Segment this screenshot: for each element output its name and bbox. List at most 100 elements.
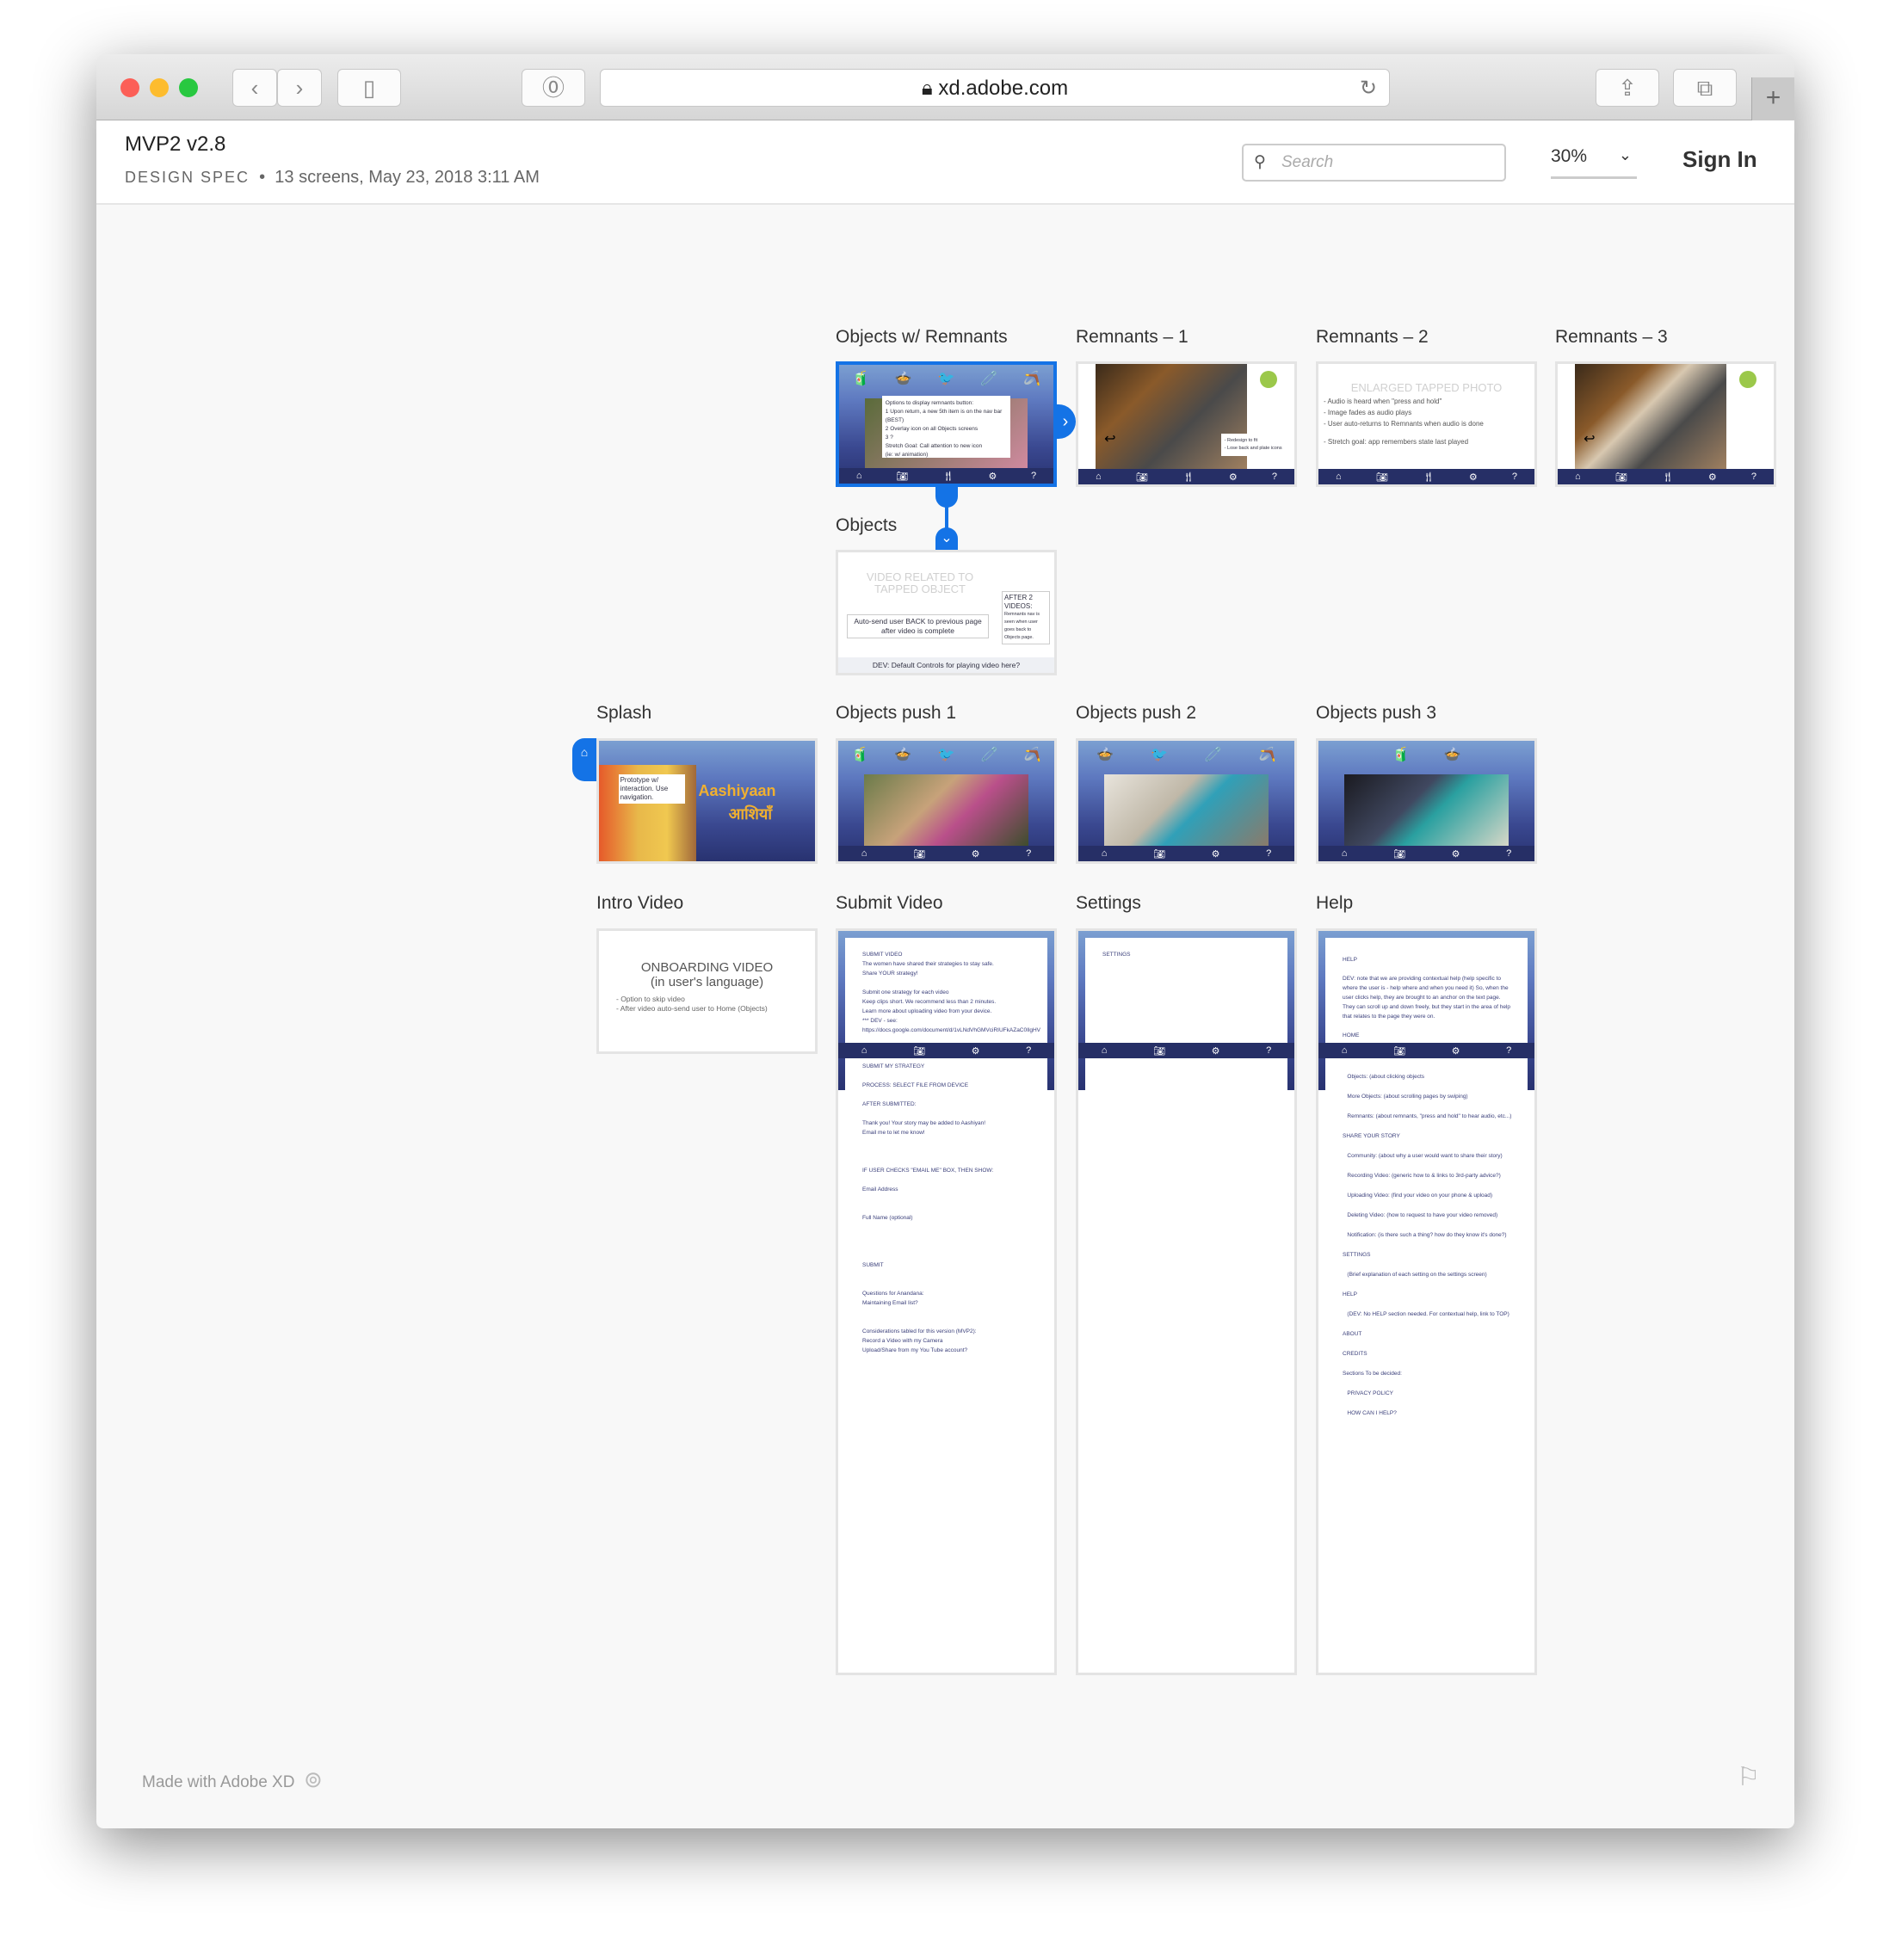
text-line: https://docs.google.com/document/d/1vLNd… bbox=[862, 1027, 1041, 1033]
text-line: Thank you! Your story may be added to Aa… bbox=[862, 1120, 986, 1126]
reload-icon[interactable]: ↻ bbox=[1360, 70, 1377, 108]
text-line bbox=[862, 1232, 1030, 1242]
screen-objects-push-1[interactable]: 🧃 🍲 🐦 🧷 🪃 ⌂ 📷︎ ⚙? bbox=[836, 738, 1057, 864]
text-line bbox=[862, 1090, 1030, 1100]
text-line: SUBMIT VIDEO bbox=[862, 952, 903, 958]
app-navbar: ⌂ 📷︎ ⚙? bbox=[838, 1043, 1054, 1058]
made-with-xd[interactable]: Made with Adobe XD ⊚ bbox=[142, 1766, 323, 1793]
text-line: HOW CAN I HELP? bbox=[1343, 1410, 1397, 1416]
text-line: Objects: (about clicking objects bbox=[1343, 1074, 1425, 1080]
spec-notes: - Option to skip video - After video auto… bbox=[616, 995, 768, 1013]
zoom-select[interactable]: 30% ⌄ bbox=[1551, 146, 1637, 179]
screen-remnants-1[interactable]: ↩ - Redesign to fit - Lose back and plate… bbox=[1076, 361, 1297, 487]
address-bar[interactable]: 🔒︎ xd.adobe.com ↻ bbox=[600, 69, 1390, 107]
screen-settings[interactable]: SETTINGS ⌂ 📷︎ ⚙? bbox=[1076, 928, 1297, 1675]
home-screen-icon[interactable]: ⌂ bbox=[572, 738, 596, 781]
text-line bbox=[1343, 1021, 1510, 1031]
screen-label: Splash bbox=[596, 703, 652, 723]
screen-label: Objects w/ Remnants bbox=[836, 327, 1008, 347]
help-intro-text: HELP DEV: note that we are providing cont… bbox=[1325, 938, 1528, 1045]
browser-titlebar: ‹ › ▯ ⓪ 🔒︎ xd.adobe.com ↻ ⇪ ⧉ + bbox=[96, 54, 1794, 120]
screen-submit-video[interactable]: SUBMIT VIDEO The women have shared their … bbox=[836, 928, 1057, 1675]
text-line bbox=[862, 1137, 1030, 1147]
app-logo: Aashiyaan bbox=[698, 781, 776, 799]
text-line: SUBMIT MY STRATEGY bbox=[862, 1063, 925, 1069]
video-controls-note: DEV: Default Controls for playing video … bbox=[838, 657, 1054, 673]
sign-in-button[interactable]: Sign In bbox=[1682, 146, 1757, 173]
annotation-note: Options to display remnants button: 1 Upo… bbox=[881, 395, 1011, 458]
screen-label: Submit Video bbox=[836, 893, 943, 913]
text-line: PROCESS: SELECT FILE FROM DEVICE bbox=[862, 1082, 969, 1088]
text-line: SETTINGS bbox=[1343, 1252, 1371, 1258]
password-icon[interactable]: ⓪ bbox=[522, 69, 585, 107]
text-line: HOME bbox=[1343, 1032, 1360, 1039]
close-window-button[interactable] bbox=[120, 78, 139, 97]
maximize-window-button[interactable] bbox=[179, 78, 198, 97]
lock-icon: 🔒︎ bbox=[921, 77, 933, 100]
screen-splash[interactable]: Prototype w/ interaction. Use navigation… bbox=[596, 738, 818, 864]
screen-objects-push-3[interactable]: 🧃 🍲 ⌂ 📷︎ ⚙? bbox=[1316, 738, 1537, 864]
text-line: HELP bbox=[1343, 1291, 1357, 1297]
text-line: CREDITS bbox=[1343, 1351, 1367, 1357]
screen-label: Help bbox=[1316, 893, 1354, 913]
text-line: Upload/Share from my You Tube account? bbox=[862, 1347, 968, 1353]
chevron-right-icon[interactable]: › bbox=[1055, 404, 1076, 439]
new-tab-button[interactable]: + bbox=[1751, 77, 1794, 120]
text-line: Share YOUR strategy! bbox=[862, 971, 918, 977]
text-line: SUBMIT bbox=[862, 1262, 884, 1268]
help-sections: Objects: (about clicking objects More Ob… bbox=[1325, 1058, 1528, 1673]
text-line bbox=[862, 1109, 1030, 1119]
app-navbar: ⌂ 📷︎ 🍴︎ ⚙? bbox=[1078, 469, 1294, 484]
back-button[interactable]: ‹ bbox=[232, 69, 277, 107]
text-line bbox=[862, 1270, 1030, 1279]
placeholder-heading: VIDEO RELATED TO TAPPED OBJECT bbox=[866, 570, 974, 595]
text-line: (Brief explanation of each setting on th… bbox=[1343, 1272, 1487, 1278]
screen-label: Objects push 3 bbox=[1316, 703, 1437, 723]
screen-help[interactable]: HELP DEV: note that we are providing cont… bbox=[1316, 928, 1537, 1675]
search-input[interactable]: ⚲ Search bbox=[1242, 144, 1506, 182]
search-icon: ⚲ bbox=[1254, 153, 1266, 171]
chevron-down-icon[interactable]: ⌄ bbox=[935, 527, 958, 550]
browser-window: ‹ › ▯ ⓪ 🔒︎ xd.adobe.com ↻ ⇪ ⧉ + MVP2 v2.8… bbox=[96, 54, 1794, 1828]
screen-remnants-3[interactable]: ↩ ⌂ 📷︎ 🍴︎ ⚙? bbox=[1555, 361, 1776, 487]
minimize-window-button[interactable] bbox=[150, 78, 169, 97]
text-line: Keep clips short. We recommend less than… bbox=[862, 999, 997, 1005]
app-navbar: ⌂ 📷︎ ⚙? bbox=[1078, 1043, 1294, 1058]
text-line bbox=[862, 1204, 1030, 1213]
screen-objects-remnants[interactable]: 🧃 🍲 🐦 🧷 🪃 Options to display remnants button… bbox=[836, 361, 1057, 487]
screen-label: Remnants – 3 bbox=[1555, 327, 1668, 347]
screen-objects[interactable]: VIDEO RELATED TO TAPPED OBJECT Auto-send… bbox=[836, 550, 1057, 675]
text-line: Record a Video with my Camera bbox=[862, 1338, 943, 1344]
placeholder-heading: ONBOARDING VIDEO (in user's language) bbox=[640, 960, 774, 989]
text-line: ABOUT bbox=[1343, 1331, 1362, 1337]
submit-form-spec: SUBMIT MY STRATEGY PROCESS: SELECT FILE F… bbox=[845, 1058, 1047, 1673]
text-line: SHARE YOUR STORY bbox=[1343, 1133, 1400, 1139]
text-line bbox=[862, 1223, 1030, 1232]
tabs-icon[interactable]: ⧉ bbox=[1673, 69, 1737, 107]
text-line: Email Address bbox=[862, 1186, 898, 1193]
screen-intro-video[interactable]: ONBOARDING VIDEO (in user's language) - O… bbox=[596, 928, 818, 1054]
text-line: DEV: note that we are providing contextu… bbox=[1343, 976, 1510, 1020]
text-line: Remnants: (about remnants, "press and ho… bbox=[1343, 1113, 1512, 1119]
settings-text: SETTINGS bbox=[1085, 938, 1287, 1045]
forward-button[interactable]: › bbox=[277, 69, 322, 107]
text-line bbox=[862, 1242, 1030, 1251]
app-navbar: ⌂ 📷︎ 🍴︎ ⚙? bbox=[1318, 469, 1534, 484]
text-line bbox=[862, 1308, 1030, 1317]
text-line bbox=[862, 1251, 1030, 1260]
sidebar-icon[interactable]: ▯ bbox=[337, 69, 401, 107]
feedback-flag-icon[interactable]: ⚐ bbox=[1737, 1762, 1760, 1792]
screen-objects-push-2[interactable]: 🍲 🐦 🧷 🪃 ⌂ 📷︎ ⚙? bbox=[1076, 738, 1297, 864]
back-arrow-icon: ↩ bbox=[1104, 432, 1116, 447]
screen-label: Objects push 1 bbox=[836, 703, 957, 723]
placeholder-heading: ENLARGED TAPPED PHOTO bbox=[1350, 381, 1503, 394]
share-icon[interactable]: ⇪ bbox=[1596, 69, 1659, 107]
link-handle[interactable] bbox=[935, 487, 958, 508]
text-line: Full Name (optional) bbox=[862, 1215, 913, 1221]
app-navbar: ⌂ 📷︎ 🍴︎ ⚙? bbox=[1558, 469, 1774, 484]
text-line: IF USER CHECKS "EMAIL ME" BOX, THEN SHOW… bbox=[862, 1168, 994, 1174]
text-line: Uploading Video: (find your video on you… bbox=[1343, 1193, 1493, 1199]
screen-remnants-2[interactable]: ENLARGED TAPPED PHOTO - Audio is heard w… bbox=[1316, 361, 1537, 487]
text-line: *** DEV - see: bbox=[862, 1018, 898, 1024]
app-logo-hindi: आशियाँ bbox=[728, 804, 772, 823]
